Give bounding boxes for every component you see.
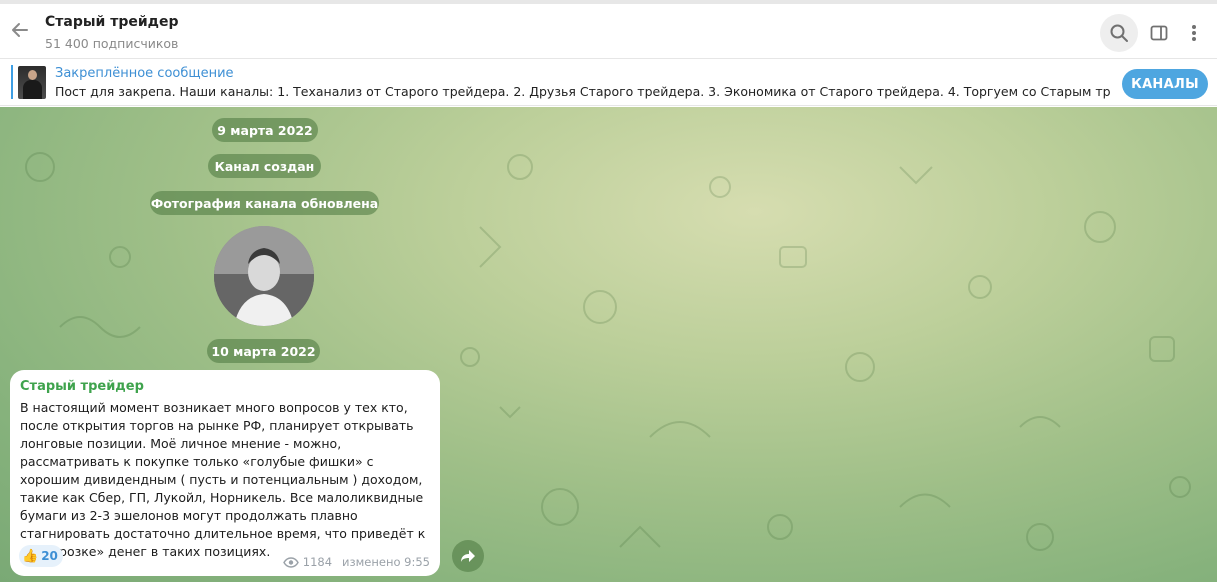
channels-button[interactable]: КАНАЛЫ [1122, 69, 1208, 99]
sidebar-toggle-button[interactable] [1140, 14, 1178, 52]
more-menu-button[interactable] [1175, 14, 1213, 52]
thumbs-up-icon: 👍 [22, 548, 39, 564]
chat-area: 9 марта 2022 Канал создан Фотография кан… [0, 107, 1217, 582]
post-meta: 1184 изменено 9:55 [282, 555, 430, 569]
channel-photo[interactable] [214, 226, 314, 326]
channel-post[interactable]: Старый трейдер В настоящий момент возник… [10, 370, 440, 576]
service-message-channel-created: Канал создан [208, 154, 321, 178]
pinned-text: Пост для закрепа. Наши каналы: 1. Техана… [55, 84, 1110, 99]
date-separator: 9 марта 2022 [212, 118, 318, 142]
more-vertical-icon [1192, 25, 1196, 41]
back-arrow-icon[interactable] [8, 18, 32, 42]
edited-timestamp: изменено 9:55 [342, 555, 430, 569]
eye-icon [282, 556, 299, 568]
service-message-photo-updated: Фотография канала обновлена [150, 191, 379, 215]
search-button[interactable] [1100, 14, 1138, 52]
pinned-message-bar[interactable]: Закреплённое сообщение Пост для закрепа.… [0, 58, 1217, 106]
search-icon [1110, 24, 1128, 42]
date-separator: 10 марта 2022 [207, 339, 320, 363]
sidebar-toggle-icon [1150, 25, 1168, 41]
pinned-thumbnail [18, 66, 46, 99]
pinned-title: Закреплённое сообщение [55, 66, 234, 81]
post-text: В настоящий момент возникает много вопро… [20, 400, 426, 559]
subscriber-count: 51 400 подписчиков [45, 36, 179, 51]
share-arrow-icon [461, 550, 475, 562]
chat-header: Старый трейдер 51 400 подписчиков [0, 0, 1217, 58]
reaction-count: 20 [41, 549, 58, 563]
pinned-accent-line [11, 65, 13, 99]
post-author[interactable]: Старый трейдер [20, 379, 144, 394]
forward-button[interactable] [452, 540, 484, 572]
reaction-chip[interactable]: 👍 20 [19, 545, 63, 567]
channel-title[interactable]: Старый трейдер [45, 14, 178, 30]
view-count: 1184 [302, 555, 333, 569]
